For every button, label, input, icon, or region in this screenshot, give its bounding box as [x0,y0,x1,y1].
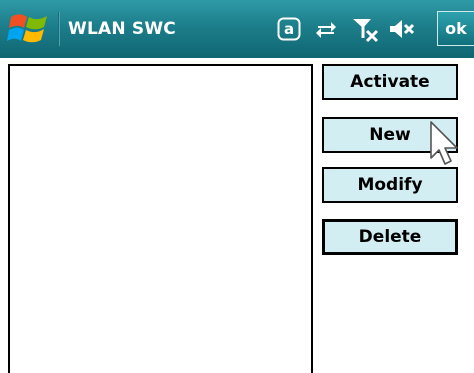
screen: WLAN SWC a ok Activate New Modify Delete [0,0,474,373]
speaker-muted-icon[interactable] [384,0,422,58]
activate-button[interactable]: Activate [322,64,458,100]
notification-a-icon[interactable]: a [272,0,306,58]
connectivity-arrows-icon[interactable] [306,0,346,58]
app-title: WLAN SWC [68,19,176,39]
status-icons: a [272,0,422,58]
start-button[interactable] [0,0,58,58]
new-button[interactable]: New [322,117,458,153]
modify-button[interactable]: Modify [322,167,458,203]
svg-text:a: a [284,20,294,38]
no-signal-icon[interactable] [346,0,384,58]
title-bar: WLAN SWC a ok [0,0,474,58]
windows-flag-icon [7,14,47,43]
title-divider [58,12,60,46]
ok-button[interactable]: ok [437,11,474,46]
delete-button[interactable]: Delete [322,219,458,255]
profile-list[interactable] [8,64,313,373]
